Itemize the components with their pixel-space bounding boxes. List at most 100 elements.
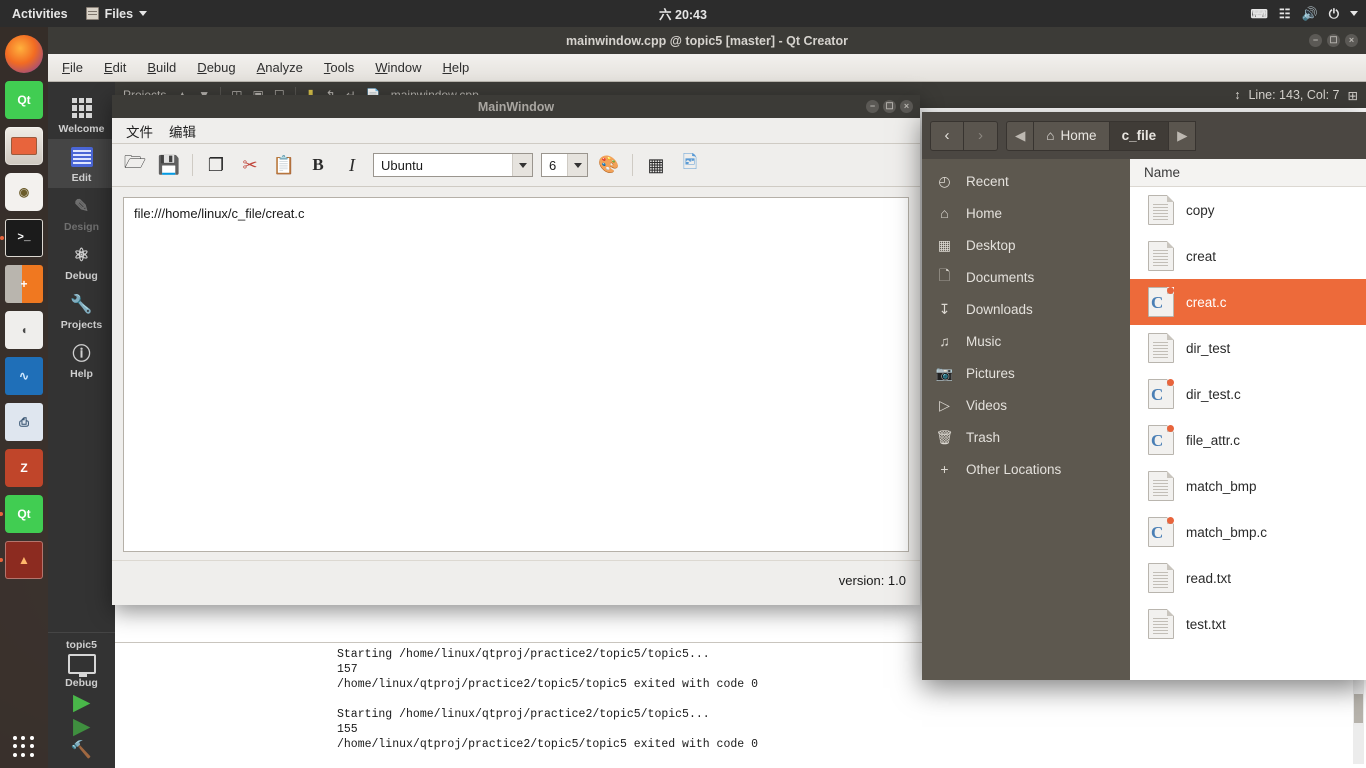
file-row-dir-test-c[interactable]: C dir_test.c	[1130, 371, 1366, 417]
target-selector-icon[interactable]	[67, 654, 96, 677]
mainwindow-menubar[interactable]: 文件 编辑	[112, 118, 920, 144]
table-icon[interactable]: ▦	[643, 152, 669, 178]
forward-icon[interactable]: ›	[964, 120, 998, 151]
launcher-item-gimp[interactable]: ◖	[5, 311, 43, 349]
menu-edit[interactable]: Edit	[104, 60, 126, 75]
app-menu-files[interactable]: Files	[78, 7, 156, 21]
launcher-item-wireshark[interactable]: ∿	[5, 357, 43, 395]
launcher-item-zeal[interactable]: Z	[5, 449, 43, 487]
font-family-combo[interactable]: Ubuntu	[373, 153, 533, 177]
mode-welcome[interactable]: Welcome	[48, 90, 115, 139]
sidebar-item-trash[interactable]: 🗑 Trash	[922, 421, 1130, 453]
file-row-copy[interactable]: copy	[1130, 187, 1366, 233]
file-row-file-attr-c[interactable]: C file_attr.c	[1130, 417, 1366, 463]
debug-button[interactable]: ▶	[73, 716, 89, 737]
launcher-item-qt-designer[interactable]: Qt	[0, 495, 43, 533]
run-button[interactable]: ▶	[73, 692, 89, 713]
column-header-name[interactable]: Name	[1130, 159, 1366, 187]
copy-icon[interactable]: ❐	[203, 152, 229, 178]
menu-window[interactable]: Window	[375, 60, 421, 75]
menu-debug[interactable]: Debug	[197, 60, 235, 75]
maximize-icon[interactable]: ☐	[883, 100, 896, 113]
file-row-test-txt[interactable]: test.txt	[1130, 601, 1366, 647]
sidebar-item-other-locations[interactable]: + Other Locations	[922, 453, 1130, 485]
launcher-item-files[interactable]	[5, 127, 43, 165]
mainwindow-window-buttons[interactable]: − ☐ ×	[866, 100, 913, 113]
paste-icon[interactable]: 📋	[271, 152, 297, 178]
sidebar-item-downloads[interactable]: ↧ Downloads	[922, 293, 1130, 325]
show-applications-icon[interactable]	[13, 736, 35, 758]
breadcrumb-home[interactable]: ⌂ Home	[1034, 120, 1110, 151]
open-icon[interactable]: 🗁	[122, 152, 148, 178]
sidebar-item-recent[interactable]: ◴ Recent	[922, 165, 1130, 197]
qt-creator-menubar[interactable]: File Edit Build Debug Analyze Tools Wind…	[48, 54, 1366, 82]
launcher-item-firefox[interactable]	[5, 35, 43, 73]
bold-button[interactable]: B	[305, 152, 331, 178]
menu-analyze[interactable]: Analyze	[257, 60, 303, 75]
file-row-creat[interactable]: creat	[1130, 233, 1366, 279]
sidebar-item-pictures[interactable]: 📷 Pictures	[922, 357, 1130, 389]
column-header-label: Name	[1144, 165, 1181, 180]
minimize-icon[interactable]: −	[866, 100, 879, 113]
unity-launcher: Qt ◉ >_ + ◖ ∿ ⎙ Z Qt ▲	[0, 27, 48, 768]
launcher-item-calculator[interactable]: +	[5, 265, 43, 303]
font-size-combo[interactable]: 6	[541, 153, 588, 177]
mode-debug[interactable]: ⚛ Debug	[48, 237, 115, 286]
breadcrumb-next-icon[interactable]: ▶	[1169, 120, 1197, 151]
minimize-icon[interactable]: −	[1309, 34, 1322, 47]
mode-projects[interactable]: 🔧 Projects	[48, 286, 115, 335]
chevron-down-icon[interactable]	[512, 154, 532, 176]
file-row-match-bmp-c[interactable]: C match_bmp.c	[1130, 509, 1366, 555]
back-icon[interactable]: ‹	[930, 120, 964, 151]
file-name: file_attr.c	[1186, 432, 1241, 448]
network-icon[interactable]: ☷	[1279, 6, 1291, 22]
cut-icon[interactable]: ✂	[237, 152, 263, 178]
file-row-read-txt[interactable]: read.txt	[1130, 555, 1366, 601]
rich-text-editor[interactable]: file:///home/linux/c_file/creat.c	[123, 197, 909, 552]
system-tray[interactable]: ⌨ ☷ 🔊 ⏻	[1251, 6, 1358, 22]
keyboard-icon[interactable]: ⌨	[1251, 7, 1268, 21]
sidebar-item-desktop[interactable]: ▦ Desktop	[922, 229, 1130, 261]
build-button[interactable]: 🔨	[71, 740, 92, 760]
add-split-icon[interactable]: ⊞	[1348, 88, 1358, 103]
sidebar-item-music[interactable]: ♫ Music	[922, 325, 1130, 357]
menu-help[interactable]: Help	[442, 60, 469, 75]
sidebar-item-home[interactable]: ⌂ Home	[922, 197, 1130, 229]
breadcrumb-home-label: Home	[1060, 128, 1097, 143]
sidebar-item-videos[interactable]: ▷ Videos	[922, 389, 1130, 421]
menu-file[interactable]: File	[62, 60, 83, 75]
split-toggle-icon[interactable]: ↕	[1234, 88, 1240, 102]
color-icon[interactable]: 🎨	[596, 152, 622, 178]
power-icon[interactable]: ⏻	[1329, 6, 1339, 22]
chevron-down-icon[interactable]	[567, 154, 587, 176]
file-row-match-bmp[interactable]: match_bmp	[1130, 463, 1366, 509]
image-icon[interactable]: 🖻	[677, 152, 703, 178]
file-row-creat-c[interactable]: C creat.c	[1130, 279, 1366, 325]
close-icon[interactable]: ×	[900, 100, 913, 113]
launcher-item-qt-creator[interactable]: Qt	[5, 81, 43, 119]
italic-button[interactable]: I	[339, 152, 365, 178]
activities-button[interactable]: Activities	[0, 7, 78, 21]
launcher-item-terminal[interactable]: >_	[0, 219, 43, 257]
mode-edit[interactable]: Edit	[48, 139, 115, 188]
breadcrumb-prev-icon[interactable]: ◀	[1006, 120, 1035, 151]
menu-tools[interactable]: Tools	[324, 60, 354, 75]
volume-icon[interactable]: 🔊	[1302, 6, 1318, 22]
menu-build[interactable]: Build	[147, 60, 176, 75]
wrench-icon: 🔧	[70, 293, 93, 314]
menu-edit-cn[interactable]: 编辑	[169, 121, 196, 141]
mainwindow-titlebar: MainWindow − ☐ ×	[112, 95, 920, 118]
qt-creator-window-buttons[interactable]: − ☐ ×	[1309, 34, 1358, 47]
mode-help[interactable]: ⓘ Help	[48, 335, 115, 384]
save-icon[interactable]: 💾	[156, 152, 182, 178]
file-row-dir-test[interactable]: dir_test	[1130, 325, 1366, 371]
launcher-item-software[interactable]: ◉	[5, 173, 43, 211]
maximize-icon[interactable]: ☐	[1327, 34, 1340, 47]
launcher-item-printer[interactable]: ⎙	[5, 403, 43, 441]
close-icon[interactable]: ×	[1345, 34, 1358, 47]
breadcrumb-c-file[interactable]: c_file	[1109, 120, 1170, 151]
sidebar-item-documents[interactable]: 🗋 Documents	[922, 261, 1130, 293]
menu-file-cn[interactable]: 文件	[126, 121, 153, 141]
tray-chevron-down-icon[interactable]	[1350, 11, 1358, 16]
launcher-item-vlc[interactable]: ▲	[0, 541, 43, 579]
